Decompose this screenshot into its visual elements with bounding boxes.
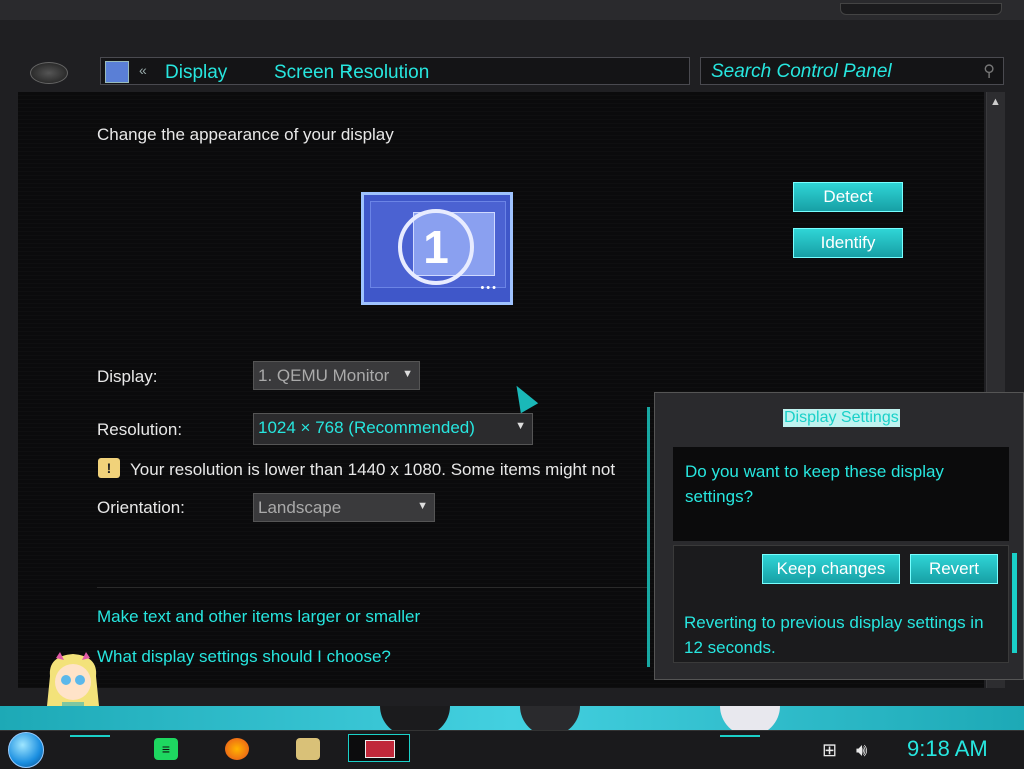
start-button[interactable] xyxy=(8,732,44,768)
display-settings-taskbar-item[interactable] xyxy=(348,734,410,762)
taskbar-deco xyxy=(720,735,760,743)
search-placeholder[interactable]: Search Control Panel xyxy=(711,61,892,83)
display-select-value: 1. QEMU Monitor xyxy=(258,366,390,385)
orientation-select-value: Landscape xyxy=(258,498,342,517)
dialog-question: Do you want to keep these display settin… xyxy=(685,462,944,506)
page-heading: Change the appearance of your display xyxy=(97,125,394,144)
search-icon[interactable]: ⚲ xyxy=(983,61,995,81)
address-bar[interactable]: « Display • Screen Resolution ⌄ ↻ xyxy=(100,57,776,85)
firefox-icon[interactable] xyxy=(225,738,249,760)
resolution-label: Resolution: xyxy=(97,420,183,439)
resolution-select-value: 1024 × 768 (Recommended) xyxy=(258,418,475,437)
spotify-icon[interactable]: ≡ xyxy=(154,738,178,760)
display-settings-icon xyxy=(365,740,395,758)
orientation-select[interactable]: Landscape ▼ xyxy=(253,493,435,522)
dialog-action-area: Keep changes Revert Reverting to previou… xyxy=(673,545,1009,663)
breadcrumb-display[interactable]: Display xyxy=(165,62,227,84)
monitor-1-thumbnail[interactable]: 1 ••• xyxy=(361,192,513,305)
scroll-up-icon[interactable]: ▲ xyxy=(990,96,1001,108)
file-explorer-icon[interactable] xyxy=(296,738,320,760)
dialog-title: Display Settings xyxy=(783,409,900,427)
monitor-dots-icon: ••• xyxy=(480,282,498,294)
link-text-size[interactable]: Make text and other items larger or smal… xyxy=(97,607,420,627)
taskbar-clock[interactable]: 9:18 AM xyxy=(907,736,988,762)
breadcrumb-screen-resolution[interactable]: Screen Resolution xyxy=(274,62,429,84)
back-forward-orb[interactable] xyxy=(30,62,68,84)
resolution-warning: Your resolution is lower than 1440 x 108… xyxy=(130,460,616,479)
dialog-left-accent xyxy=(647,407,656,667)
chevron-down-icon: ▼ xyxy=(515,420,526,432)
back-chevron-icon[interactable]: « xyxy=(139,62,147,78)
display-select[interactable]: 1. QEMU Monitor ▼ xyxy=(253,361,420,390)
dialog-question-box: Do you want to keep these display settin… xyxy=(673,447,1009,541)
keep-settings-dialog: Display Settings Do you want to keep the… xyxy=(647,392,1024,680)
identify-button[interactable]: Identify xyxy=(793,228,903,258)
search-box[interactable]: Search Control Panel ⚲ xyxy=(700,57,1004,85)
warning-icon: ! xyxy=(98,458,120,478)
monitor-number: 1 xyxy=(423,221,449,273)
chevron-down-icon: ▼ xyxy=(417,500,428,512)
dialog-right-accent xyxy=(1012,553,1017,653)
window-top-frame xyxy=(0,0,1024,21)
chevron-down-icon: ▼ xyxy=(402,368,413,380)
link-display-help[interactable]: What display settings should I choose? xyxy=(97,647,391,667)
resolution-select[interactable]: 1024 × 768 (Recommended) ▼ xyxy=(253,413,533,445)
detect-button[interactable]: Detect xyxy=(793,182,903,212)
section-divider xyxy=(97,587,647,588)
taskbar-deco xyxy=(70,735,110,743)
display-label: Display: xyxy=(97,367,158,386)
revert-button[interactable]: Revert xyxy=(910,554,998,584)
control-panel-icon xyxy=(105,61,129,83)
frame-notch xyxy=(840,3,1002,15)
keep-changes-button[interactable]: Keep changes xyxy=(762,554,900,584)
revert-countdown: Reverting to previous display settings i… xyxy=(684,613,984,657)
network-icon[interactable]: ⊞ xyxy=(822,740,837,761)
volume-icon[interactable]: 🔊︎ xyxy=(856,740,867,761)
orientation-label: Orientation: xyxy=(97,498,185,517)
